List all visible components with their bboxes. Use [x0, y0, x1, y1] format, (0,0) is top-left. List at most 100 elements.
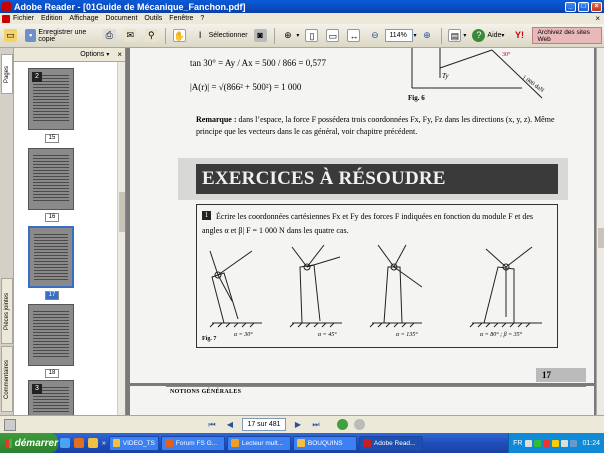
next-section-title: NOTIONS GÉNÉRALES [170, 389, 242, 395]
quicklaunch-expand-icon[interactable]: » [102, 440, 106, 447]
save-copy-button[interactable]: ▪ Enregistrer une copie [21, 27, 99, 45]
windows-taskbar: démarrer » VIDEO_TS Forum FS G... Lecteu… [0, 433, 604, 453]
previous-page-icon[interactable]: ◀ [224, 419, 236, 431]
toolbar: ▭ ▪ Enregistrer une copie ⎙ ✉ ⚲ ✋ I Séle… [0, 24, 604, 48]
quicklaunch-folder-icon[interactable] [88, 438, 98, 448]
formula-modulus: |A(r)| = √(866² + 500²) = 1 000 [190, 82, 302, 92]
tray-icon[interactable] [552, 439, 560, 447]
options-dropdown-icon[interactable]: ▾ [106, 51, 109, 58]
figure-6-diagram: Ty 1 000 daN 30° [411, 48, 545, 99]
status-doc-icon[interactable] [4, 418, 16, 431]
menu-fichier[interactable]: Fichier [13, 15, 34, 22]
window-title: Adobe Reader - [01Guide de Mécanique_Fan… [14, 1, 246, 12]
next-page-icon[interactable]: ▶ [292, 419, 304, 431]
panel-scrollbar[interactable] [117, 62, 125, 415]
close-button[interactable]: × [591, 1, 602, 12]
email-icon: ✉ [123, 29, 137, 42]
page-thumbnail[interactable]: 2 [28, 68, 74, 130]
yahoo-button[interactable]: Y! [506, 27, 532, 45]
network-icon[interactable] [570, 439, 578, 447]
page-thumbnail[interactable] [28, 148, 74, 210]
menu-affichage[interactable]: Affichage [69, 15, 98, 22]
go-forward-icon[interactable] [354, 419, 365, 430]
email-button[interactable]: ✉ [120, 27, 141, 45]
page-thumbnail-label: 16 [45, 213, 59, 222]
go-back-icon[interactable] [337, 419, 348, 430]
tray-icon[interactable] [543, 439, 551, 447]
search-button[interactable]: ⚲ [141, 27, 162, 45]
web-archive-button[interactable]: Archivez des sites Web [532, 27, 602, 44]
open-icon: ▭ [4, 29, 17, 42]
remark-paragraph: Remarque : dans l’espace, la force F pos… [196, 114, 556, 138]
panel-close-icon[interactable]: × [117, 50, 122, 59]
document-close-icon[interactable]: × [595, 14, 600, 23]
toolbar-separator [440, 27, 442, 44]
document-view[interactable]: tan 30° = Ay / Ax = 500 / 866 = 0,577 |A… [126, 48, 604, 415]
language-indicator[interactable]: FR [513, 440, 522, 447]
pages-panel-header: Options ▾ × [14, 48, 125, 62]
help-tray-icon[interactable] [525, 439, 533, 447]
select-icon: I [198, 30, 202, 40]
taskbar-item-active[interactable]: Adobe Read... [358, 435, 423, 451]
document-scrollbar[interactable] [596, 48, 604, 415]
last-page-icon[interactable]: ⏭ [310, 419, 322, 431]
zoom-level-field[interactable]: 114% [385, 29, 413, 42]
help-label: Aide [487, 32, 502, 39]
snapshot-button[interactable]: ◙ [250, 27, 271, 45]
page-number-field[interactable]: 17 sur 481 [242, 418, 286, 431]
toolbar-separator [273, 27, 275, 44]
tray-icon[interactable] [534, 439, 542, 447]
taskbar-item[interactable]: VIDEO_TS [108, 435, 159, 451]
quicklaunch-firefox-icon[interactable] [74, 438, 84, 448]
page-thumbnail-current[interactable] [28, 226, 74, 288]
caption-case-3: α = 135° [396, 332, 418, 338]
select-tool-button[interactable]: I Sélectionner [190, 27, 250, 45]
menu-document[interactable]: Document [105, 15, 137, 22]
save-copy-label: Enregistrer une copie [38, 28, 87, 43]
taskbar-item[interactable]: Lecteur mult... [226, 435, 291, 451]
first-page-icon[interactable]: ⏮ [206, 419, 218, 431]
media-player-icon [230, 439, 239, 447]
fit-width-button[interactable]: ↔ [343, 27, 364, 45]
actual-size-button[interactable]: ▯ [301, 27, 322, 45]
maximize-button[interactable]: □ [578, 1, 589, 12]
clock[interactable]: 01:24 [582, 440, 600, 447]
document-menu-icon[interactable] [2, 14, 10, 23]
quicklaunch-ie-icon[interactable] [60, 438, 70, 448]
hand-tool-button[interactable]: ✋ [169, 27, 190, 45]
taskbar-item[interactable]: Forum FS G... [160, 435, 225, 451]
taskbar-item[interactable]: BOUQUINS [292, 435, 357, 451]
zoom-out-button[interactable]: ⊖ [364, 27, 385, 45]
tab-comments[interactable]: Commentaires [1, 346, 13, 412]
actual-size-icon: ▯ [305, 29, 319, 42]
svg-text:30°: 30° [502, 51, 511, 58]
zoom-plus-button[interactable]: ⊕ [417, 27, 438, 45]
menu-help[interactable]: ? [200, 15, 204, 22]
windows-logo-icon [6, 438, 12, 448]
caption-case-1: α = 30° [234, 332, 253, 338]
menu-outils[interactable]: Outils [144, 15, 162, 22]
remark-title: Remarque : [196, 115, 237, 124]
print-icon: ⎙ [102, 29, 116, 42]
figure-7-diagrams [209, 244, 542, 328]
minimize-button[interactable]: _ [565, 1, 576, 12]
snapshot-icon: ◙ [253, 29, 267, 42]
page-thumbnail[interactable] [28, 304, 74, 366]
figure-7-caption: Fig. 7 [202, 336, 217, 342]
menu-edition[interactable]: Edition [41, 15, 62, 22]
menu-fenetre[interactable]: Fenêtre [169, 15, 193, 22]
page-thumbnail[interactable]: 3 [28, 380, 74, 415]
fit-page-button[interactable]: ▭ [322, 27, 343, 45]
options-menu[interactable]: Options [80, 51, 104, 58]
print-button[interactable]: ⎙ [99, 27, 120, 45]
start-button[interactable]: démarrer [0, 433, 58, 453]
help-button[interactable]: ? Aide ▾ [468, 27, 506, 45]
hand-icon: ✋ [172, 29, 186, 42]
tab-pages[interactable]: Pages [1, 54, 13, 94]
zoom-tool-button[interactable]: ⊕ ▾ [277, 27, 301, 45]
volume-icon[interactable] [561, 439, 569, 447]
open-button[interactable]: ▭ [0, 27, 21, 45]
pages-button[interactable]: ▤ ▾ [444, 27, 468, 45]
tab-attachments[interactable]: Pièces jointes [1, 278, 13, 344]
caption-case-4: α = 80° ; β = 35° [480, 332, 523, 338]
